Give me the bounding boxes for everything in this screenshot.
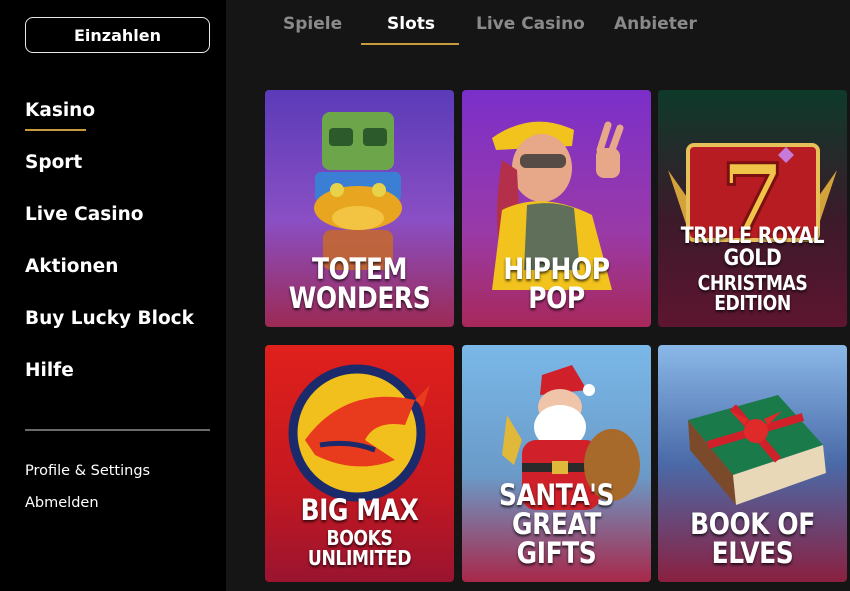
game-card-totem-wonders[interactable]: TOTEM WONDERS: [265, 90, 454, 327]
sidebar-item-buy-lucky-block[interactable]: Buy Lucky Block: [25, 303, 194, 355]
game-card-hiphop-pop[interactable]: HIPHOP POP: [462, 90, 651, 327]
sidebar-item-kasino[interactable]: Kasino: [25, 95, 194, 147]
account-menu: Profile & Settings Abmelden: [25, 460, 150, 524]
sidebar-nav: Kasino Sport Live Casino Aktionen Buy Lu…: [25, 95, 194, 407]
logout-link[interactable]: Abmelden: [25, 492, 150, 524]
tab-live-casino[interactable]: Live Casino: [476, 14, 585, 34]
game-card-santas-great-gifts[interactable]: SANTA'S GREAT GIFTS: [462, 345, 651, 582]
sidebar-item-hilfe[interactable]: Hilfe: [25, 355, 194, 407]
game-title: TRIPLE ROYAL GOLD CHRISTMAS EDITION: [680, 224, 825, 315]
deposit-button[interactable]: Einzahlen: [25, 17, 210, 53]
game-title: BIG MAX BOOKS UNLIMITED: [300, 493, 419, 570]
sidebar-item-live-casino[interactable]: Live Casino: [25, 199, 194, 251]
game-title: SANTA'S GREAT GIFTS: [498, 478, 615, 570]
game-card-triple-royal-gold[interactable]: 7 TRIPLE ROYAL GOLD CHRISTMAS EDITION: [658, 90, 847, 327]
tab-anbieter[interactable]: Anbieter: [614, 14, 697, 34]
tab-spiele[interactable]: Spiele: [283, 14, 342, 34]
game-card-book-of-elves[interactable]: BOOK OF ELVES: [658, 345, 847, 582]
sidebar: Einzahlen Kasino Sport Live Casino Aktio…: [0, 0, 226, 591]
active-tab-indicator: [361, 43, 459, 45]
game-title: TOTEM WONDERS: [288, 252, 431, 315]
sidebar-divider: [25, 429, 210, 431]
tab-slots[interactable]: Slots: [387, 14, 435, 34]
main-content: Spiele Slots Live Casino Anbieter TOTEM …: [226, 0, 850, 591]
category-tabs: Spiele Slots Live Casino Anbieter: [226, 0, 850, 50]
game-card-big-max[interactable]: BIG MAX BOOKS UNLIMITED: [265, 345, 454, 582]
game-title: HIPHOP POP: [503, 252, 610, 315]
sidebar-item-sport[interactable]: Sport: [25, 147, 194, 199]
sidebar-item-aktionen[interactable]: Aktionen: [25, 251, 194, 303]
game-title: BOOK OF ELVES: [690, 507, 815, 570]
profile-settings-link[interactable]: Profile & Settings: [25, 460, 150, 492]
